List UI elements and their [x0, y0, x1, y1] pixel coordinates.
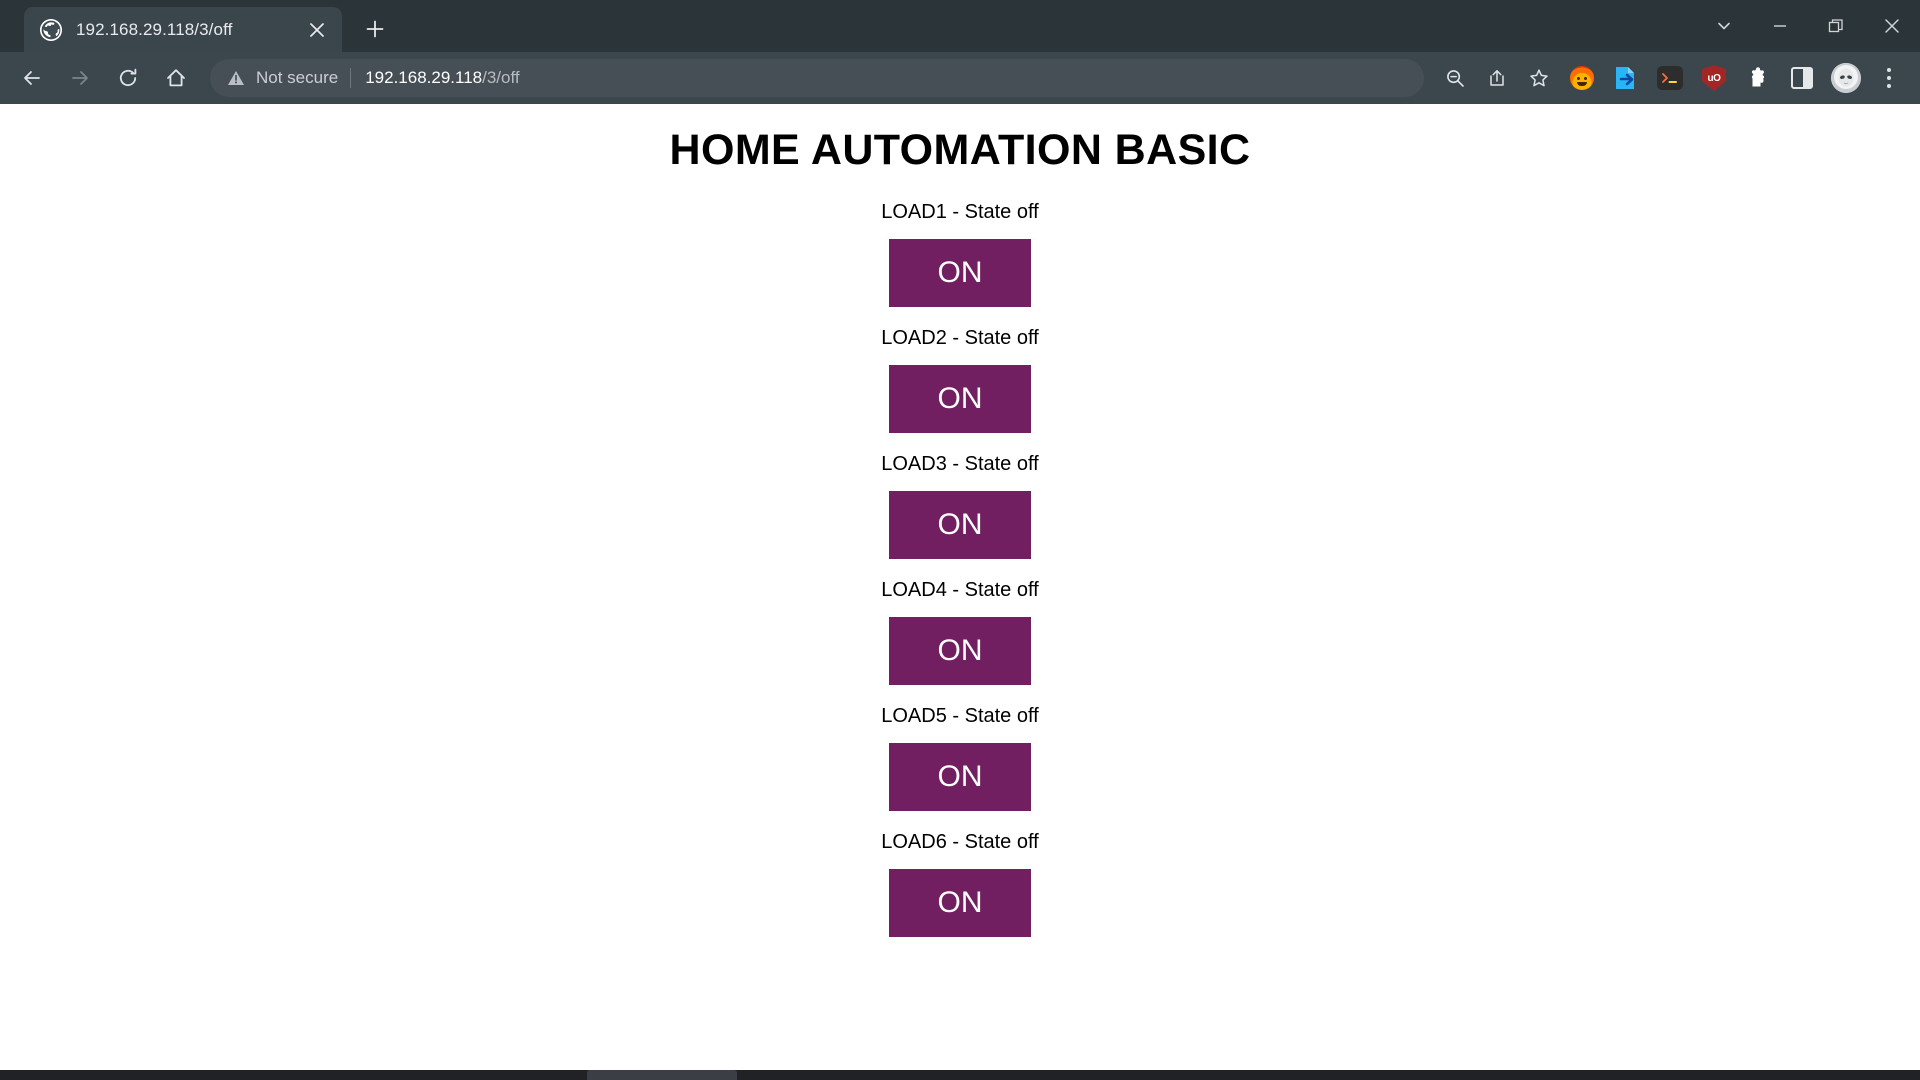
load3-on-button[interactable]: ON — [889, 491, 1031, 559]
load2-on-button[interactable]: ON — [889, 365, 1031, 433]
tab-search-icon[interactable] — [1696, 0, 1752, 52]
home-automation-page: HOME AUTOMATION BASIC LOAD1 - State off … — [0, 104, 1920, 957]
load-status-label: LOAD4 - State off — [881, 579, 1039, 601]
bookmark-star-icon[interactable] — [1520, 59, 1558, 97]
new-tab-button[interactable] — [356, 10, 394, 48]
page-viewport: HOME AUTOMATION BASIC LOAD1 - State off … — [0, 104, 1920, 1080]
browser-toolbar: Not secure 192.168.29.118/3/off uO — [0, 52, 1920, 104]
load-block-1: LOAD1 - State off ON — [0, 201, 1920, 327]
forward-button[interactable] — [59, 57, 101, 99]
load5-on-button[interactable]: ON — [889, 743, 1031, 811]
load-status-label: LOAD3 - State off — [881, 453, 1039, 475]
address-bar[interactable]: Not secure 192.168.29.118/3/off — [210, 59, 1424, 97]
extensions-puzzle-icon[interactable] — [1741, 61, 1775, 95]
load-block-6: LOAD6 - State off ON — [0, 831, 1920, 957]
load-block-4: LOAD4 - State off ON — [0, 579, 1920, 705]
load1-on-button[interactable]: ON — [889, 239, 1031, 307]
tab-title: 192.168.29.118/3/off — [76, 19, 233, 39]
reload-button[interactable] — [107, 57, 149, 99]
load-status-label: LOAD1 - State off — [881, 201, 1039, 223]
window-controls — [1696, 0, 1920, 52]
load-status-label: LOAD6 - State off — [881, 831, 1039, 853]
zoom-out-icon[interactable] — [1436, 59, 1474, 97]
address-bar-divider — [350, 68, 352, 88]
minimize-button[interactable] — [1752, 0, 1808, 52]
page-title: HOME AUTOMATION BASIC — [669, 126, 1251, 174]
load-block-3: LOAD3 - State off ON — [0, 453, 1920, 579]
ublock-shield-label: uO — [1702, 65, 1726, 91]
taskbar-window-thumbnail[interactable] — [587, 1070, 737, 1080]
tab-strip: 192.168.29.118/3/off — [0, 0, 1920, 52]
back-button[interactable] — [11, 57, 53, 99]
document-sync-extension-icon[interactable] — [1609, 61, 1643, 95]
maximize-restore-button[interactable] — [1808, 0, 1864, 52]
load-status-label: LOAD5 - State off — [881, 705, 1039, 727]
load-block-5: LOAD5 - State off ON — [0, 705, 1920, 831]
close-window-button[interactable] — [1864, 0, 1920, 52]
tab-close-icon[interactable] — [304, 17, 330, 43]
os-taskbar[interactable] — [0, 1070, 1920, 1080]
not-secure-warning-icon[interactable] — [226, 68, 246, 88]
address-bar-url: 192.168.29.118/3/off — [365, 68, 519, 88]
share-icon[interactable] — [1478, 59, 1516, 97]
browser-menu-icon[interactable] — [1870, 59, 1908, 97]
profile-avatar[interactable] — [1829, 61, 1863, 95]
side-panel-icon[interactable] — [1785, 61, 1819, 95]
browser-window: 192.168.29.118/3/off Not secure 192.168.… — [0, 0, 1920, 1080]
load6-on-button[interactable]: ON — [889, 869, 1031, 937]
load-block-2: LOAD2 - State off ON — [0, 327, 1920, 453]
ublock-origin-extension-icon[interactable]: uO — [1697, 61, 1731, 95]
load-status-label: LOAD2 - State off — [881, 327, 1039, 349]
flame-extension-icon[interactable] — [1565, 61, 1599, 95]
terminal-extension-icon[interactable] — [1653, 61, 1687, 95]
home-button[interactable] — [155, 57, 197, 99]
url-host: 192.168.29.118 — [365, 68, 483, 87]
load4-on-button[interactable]: ON — [889, 617, 1031, 685]
browser-tab-active[interactable]: 192.168.29.118/3/off — [24, 7, 342, 52]
security-status-text: Not secure — [256, 68, 339, 87]
globe-icon — [40, 18, 62, 41]
url-path: /3/off — [482, 68, 520, 87]
